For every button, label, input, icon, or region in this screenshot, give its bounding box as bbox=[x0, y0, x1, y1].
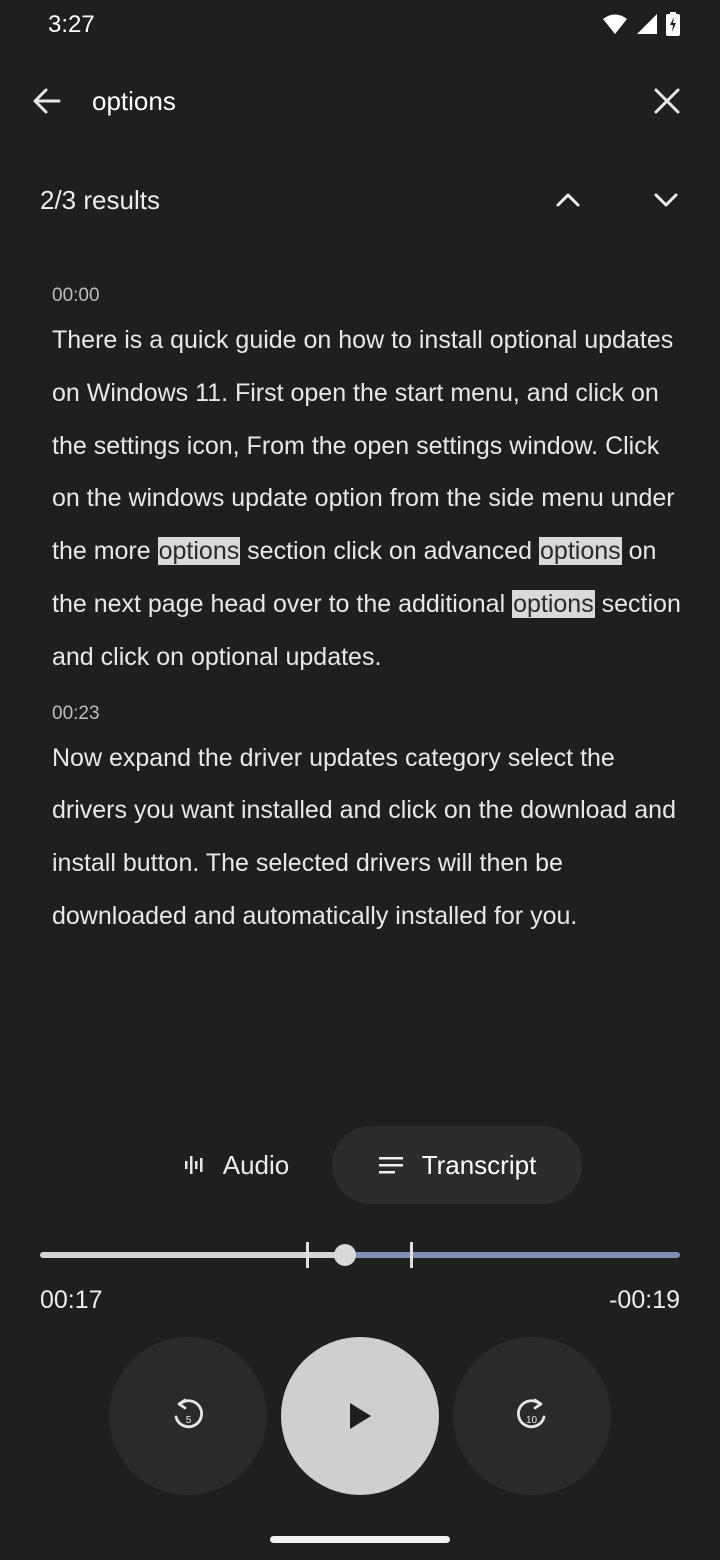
status-icons bbox=[602, 12, 680, 36]
search-match-marker bbox=[306, 1242, 309, 1268]
replay-5-icon: 5 bbox=[174, 1398, 203, 1429]
waveform-icon bbox=[184, 1156, 203, 1174]
segment-text: There is a quick guide on how to install… bbox=[52, 326, 681, 671]
play-button[interactable] bbox=[281, 1337, 439, 1495]
tab-audio[interactable]: Audio bbox=[166, 1128, 306, 1202]
clear-search-button[interactable] bbox=[648, 82, 686, 120]
previous-result-button[interactable] bbox=[548, 180, 588, 220]
cellular-signal-icon bbox=[637, 14, 657, 34]
rewind-seconds: 5 bbox=[186, 1415, 192, 1426]
forward-seconds: 10 bbox=[526, 1415, 538, 1426]
tab-audio-label: Audio bbox=[222, 1149, 290, 1180]
time-elapsed: 00:17 bbox=[40, 1286, 103, 1314]
wifi-icon bbox=[603, 14, 627, 34]
close-icon bbox=[654, 88, 680, 114]
arrow-left-icon bbox=[33, 88, 61, 114]
tab-transcript[interactable]: Transcript bbox=[332, 1126, 582, 1204]
search-highlight-current: options bbox=[539, 537, 622, 566]
time-remaining: -00:19 bbox=[609, 1286, 680, 1314]
search-input[interactable] bbox=[92, 80, 612, 122]
segment-timestamp[interactable]: 00:23 bbox=[52, 698, 682, 730]
transcript-segment: 00:00 There is a quick guide on how to i… bbox=[52, 280, 682, 684]
progress-played[interactable] bbox=[40, 1252, 346, 1258]
transcript-segment: 00:23 Now expand the driver updates cate… bbox=[52, 698, 682, 943]
chevron-down-icon bbox=[654, 193, 678, 207]
lines-icon bbox=[378, 1157, 403, 1174]
next-result-button[interactable] bbox=[646, 180, 686, 220]
forward-button[interactable]: 10 bbox=[453, 1337, 611, 1495]
tab-transcript-label: Transcript bbox=[421, 1149, 537, 1180]
battery-charging-icon bbox=[666, 12, 680, 36]
back-button[interactable] bbox=[28, 82, 66, 120]
status-time: 3:27 bbox=[48, 11, 95, 38]
play-icon bbox=[350, 1403, 371, 1429]
forward-10-icon: 10 bbox=[517, 1398, 546, 1429]
chevron-up-icon bbox=[556, 193, 580, 207]
home-indicator[interactable] bbox=[270, 1536, 450, 1543]
progress-thumb[interactable] bbox=[334, 1244, 356, 1266]
segment-timestamp[interactable]: 00:00 bbox=[52, 280, 682, 312]
search-highlight: options bbox=[157, 537, 241, 566]
transcript: 00:00 There is a quick guide on how to i… bbox=[52, 280, 682, 957]
segment-text: Now expand the driver updates category s… bbox=[52, 743, 676, 930]
rewind-button[interactable]: 5 bbox=[109, 1337, 267, 1495]
results-count: 2/3 results bbox=[40, 185, 160, 215]
search-highlight: options bbox=[512, 589, 595, 618]
search-match-marker bbox=[410, 1242, 413, 1268]
progress-remaining[interactable] bbox=[346, 1252, 680, 1258]
